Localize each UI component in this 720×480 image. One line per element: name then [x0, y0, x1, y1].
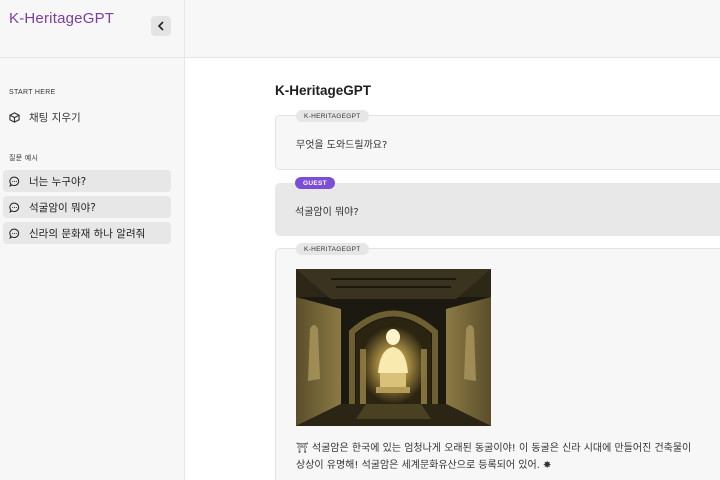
top-bar	[185, 0, 720, 58]
example-label: 석굴암이 뭐야?	[29, 201, 96, 214]
collapse-sidebar-button[interactable]	[151, 16, 171, 36]
example-label: 너는 누구야?	[29, 175, 87, 188]
example-label: 신라의 문화재 하나 알려줘	[29, 227, 146, 240]
message-text: 무엇을 도와드릴까요?	[296, 140, 388, 151]
bot-badge: K-HERITAGEGPT	[296, 110, 369, 122]
chat-bubble-icon	[9, 228, 20, 239]
message-text: 석굴암이 뭐야?	[295, 207, 359, 218]
guest-badge: GUEST	[295, 177, 335, 189]
page-title: K-HeritageGPT	[275, 83, 372, 98]
example-question-who[interactable]: 너는 누구야?	[3, 170, 171, 192]
bot-badge: K-HERITAGEGPT	[296, 243, 369, 255]
user-message: GUEST 석굴암이 뭐야?	[275, 177, 720, 236]
example-question-seokguram[interactable]: 석굴암이 뭐야?	[3, 196, 171, 218]
answer-line: ⛩ 석굴암은 한국에 있는 엄청나게 오래된 동굴이야! 이 동굴은 신라 시대…	[296, 443, 692, 454]
answer-line: 상상이 유명해! 석굴암은 세계문화유산으로 등록되어 있어. ✸	[296, 460, 552, 471]
chat-bubble-icon	[9, 202, 20, 213]
clear-chat-label: 채팅 지우기	[29, 111, 81, 124]
clear-chat-button[interactable]: 채팅 지우기	[9, 108, 81, 126]
example-question-silla[interactable]: 신라의 문화재 하나 알려줘	[3, 222, 171, 244]
answer-text: ⛩ 석굴암은 한국에 있는 엄청나게 오래된 동굴이야! 이 동굴은 신라 시대…	[296, 440, 691, 474]
sidebar-divider	[0, 57, 185, 58]
cube-icon	[9, 111, 20, 123]
chevron-left-icon	[157, 21, 165, 31]
chat-area[interactable]: K-HeritageGPT K-HERITAGEGPT 무엇을 도와드릴까요? …	[185, 58, 720, 480]
bot-message: K-HERITAGEGPT ⛩ 석굴암은 한국에 있는 엄청나게 오래된 동굴이…	[275, 243, 720, 480]
brand-title: K-HeritageGPT	[9, 10, 115, 27]
sidebar: K-HeritageGPT START HERE 채팅 지우기 질문 예시 너는…	[0, 0, 185, 480]
seokguram-photo	[296, 269, 491, 426]
app-window: K-HeritageGPT START HERE 채팅 지우기 질문 예시 너는…	[0, 0, 720, 480]
start-here-label: START HERE	[9, 89, 56, 96]
bot-message: K-HERITAGEGPT 무엇을 도와드릴까요?	[275, 110, 720, 170]
examples-label: 질문 예시	[9, 155, 39, 162]
chat-bubble-icon	[9, 176, 20, 187]
